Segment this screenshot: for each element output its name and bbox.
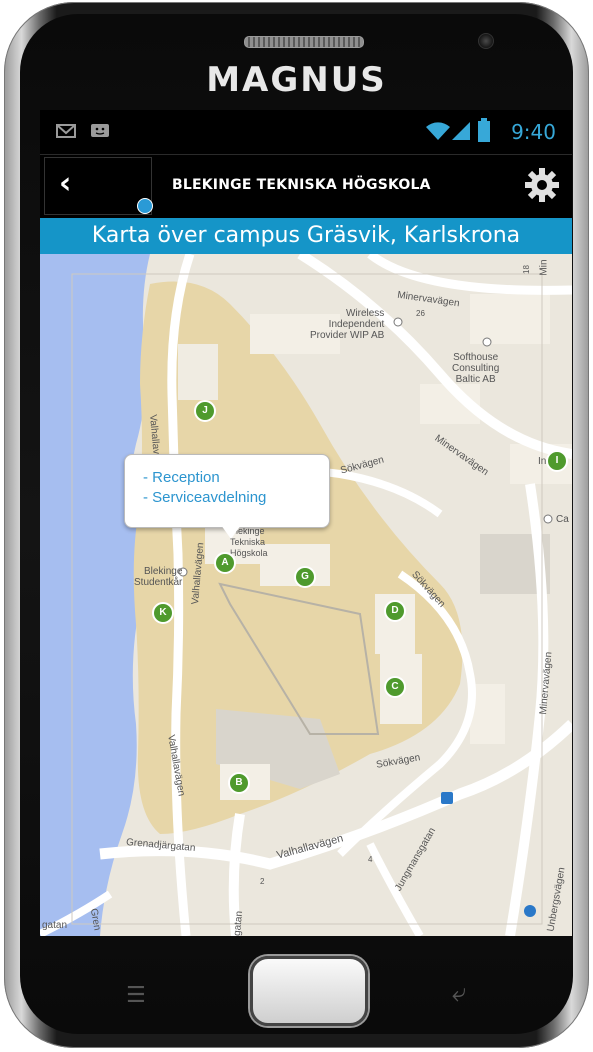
map-label-gatan-bottom: gatan: [231, 910, 246, 936]
message-icon: [91, 124, 109, 137]
popup-tail: [221, 525, 241, 539]
map-marker-k[interactable]: K: [152, 602, 174, 624]
speaker-grille: [244, 36, 364, 48]
wifi-icon: [426, 122, 450, 140]
map-label-gatan-left: gatan: [42, 920, 68, 931]
battery-icon: [478, 118, 490, 142]
chevron-left-icon: ‹: [59, 166, 72, 201]
back-button[interactable]: ‹: [44, 157, 153, 215]
map-marker-j[interactable]: J: [194, 400, 216, 422]
status-bar: 9:40: [40, 110, 572, 154]
gmail-icon: [56, 124, 76, 138]
popup-line-reception: - Reception: [143, 469, 220, 486]
home-button[interactable]: [250, 956, 368, 1026]
signal-icon: [452, 122, 470, 140]
map-label-18: 18: [521, 265, 531, 274]
back-icon[interactable]: ⤶: [452, 978, 467, 1009]
popup-line-serviceavdelning: - Serviceavdelning: [143, 489, 267, 506]
map-label-min-top: Min: [538, 259, 550, 276]
map-label-studentkar: Blekinge Studentkår: [134, 566, 183, 588]
map-label-softhouse: Softhouse Consulting Baltic AB: [452, 352, 500, 385]
clock: 9:40: [511, 120, 556, 144]
app-bar: ‹ BLEKINGE TEKNISKA HÖGSKOLA: [40, 154, 572, 217]
map-marker-i[interactable]: I: [546, 450, 568, 472]
front-camera: [478, 33, 494, 49]
app-title: BLEKINGE TEKNISKA HÖGSKOLA: [172, 177, 431, 193]
device-brand: MAGNUS: [206, 60, 387, 100]
page-banner: Karta över campus Gräsvik, Karlskrona: [40, 218, 572, 254]
campus-map[interactable]: Minervavägen 26 18 Min Wireless Independ…: [40, 254, 572, 936]
app-icon: [137, 198, 153, 214]
gear-icon[interactable]: [522, 165, 562, 205]
map-marker-d[interactable]: D: [384, 600, 406, 622]
map-marker-c[interactable]: C: [384, 676, 406, 698]
screen: 9:40 ‹ BLEKINGE TEKNISKA HÖGSKOLA Karta …: [40, 110, 572, 936]
map-marker-a[interactable]: A: [214, 552, 236, 574]
map-label-2: 2: [260, 877, 265, 886]
map-marker-b[interactable]: B: [228, 772, 250, 794]
map-label-26: 26: [416, 309, 425, 318]
map-marker-g[interactable]: G: [294, 566, 316, 588]
menu-icon[interactable]: ☰: [126, 983, 156, 1008]
map-label-wireless: Wireless Independent Provider WIP AB: [310, 308, 385, 341]
map-label-ca: Ca: [556, 514, 569, 525]
info-popup[interactable]: - Reception - Serviceavdelning: [124, 454, 330, 539]
map-label-4: 4: [368, 855, 373, 864]
